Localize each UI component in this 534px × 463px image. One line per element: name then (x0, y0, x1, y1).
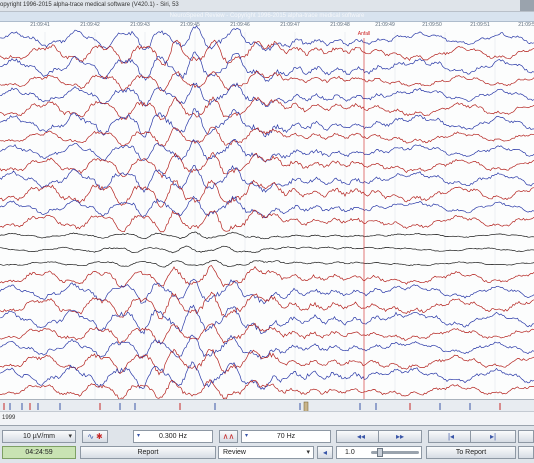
window-title-bar: opyright 1996-2015 alpha-trace medical s… (0, 0, 534, 12)
eeg-channel-trace (0, 348, 534, 376)
time-tick-label: 21:09:50 (422, 22, 442, 28)
high-filter-select[interactable]: ▾ 70 Hz (241, 430, 331, 443)
window-title: opyright 1996-2015 alpha-trace medical s… (0, 2, 179, 8)
rewind-icon: ◂◂ (356, 432, 366, 441)
speed-value: 1.0 (345, 449, 355, 456)
status-text: 1999 (2, 415, 16, 421)
bottom-toolbar: 10 µV/mm ∿ ✱ ▾ 0.300 Hz ∧∧ ▾ 70 Hz ◂◂ ▸▸… (0, 425, 534, 463)
status-bar: 1999 (0, 411, 534, 425)
time-display-value: 04:24:59 (25, 449, 53, 456)
high-filter-value: 70 Hz (276, 433, 296, 440)
speed-slider-thumb[interactable] (377, 448, 383, 457)
eeg-channel-trace (0, 82, 534, 108)
to-report-button-label: To Report (455, 449, 487, 456)
eeg-channel-trace (0, 126, 534, 147)
time-axis: 21:09:41 21:09:42 21:09:43 21:09:45 21:09:46… (0, 22, 534, 30)
go-to-start-button[interactable]: |◂ (428, 430, 474, 443)
eeg-channel-trace (0, 231, 534, 240)
eeg-channel-trace (0, 291, 534, 320)
time-tick-label: 21:09:52 (518, 22, 534, 28)
time-display: 04:24:59 (2, 446, 76, 459)
time-tick-label: 21:09:47 (280, 22, 300, 28)
eeg-channel-trace (0, 378, 534, 399)
eeg-channel-trace (0, 322, 534, 344)
speed-control[interactable]: 1.0 (336, 446, 422, 459)
time-tick-label: 21:09:42 (80, 22, 100, 28)
eeg-channel-trace (0, 209, 534, 233)
time-tick-label: 21:09:51 (470, 22, 490, 28)
time-tick-label: 21:09:45 (180, 22, 200, 28)
time-tick-label: 21:09:41 (30, 22, 50, 28)
eeg-channel-trace (0, 51, 534, 82)
to-report-button[interactable]: To Report (426, 446, 516, 459)
high-filter-arrow-icon: ▾ (245, 433, 249, 439)
review-mode-select[interactable]: Review (218, 446, 314, 459)
window-control-button[interactable] (520, 0, 534, 11)
review-mode-value: Review (223, 449, 246, 456)
speed-decrease-button[interactable]: ◂ (317, 446, 333, 459)
eeg-waveform-canvas[interactable] (0, 12, 534, 399)
spike-icon: ✱ (95, 432, 103, 441)
zigzag-icon: ∧∧ (222, 432, 235, 441)
low-filter-value: 0.300 Hz (158, 433, 188, 440)
waveform-icon: ∿ (87, 432, 95, 441)
eeg-channel-trace (0, 195, 534, 219)
eeg-channel-trace (0, 265, 534, 288)
fast-forward-button[interactable]: ▸▸ (378, 430, 422, 443)
filter-icon-button[interactable]: ∧∧ (219, 430, 238, 443)
review-header-title: NeuroSpeed Review - Copyright 1996-2015 … (169, 13, 365, 19)
arrow-left-icon: ◂ (322, 448, 327, 457)
eeg-channel-trace (0, 139, 534, 163)
event-marker-label[interactable]: Anfall (358, 31, 371, 37)
eeg-channel-trace (0, 179, 534, 208)
eeg-channel-trace (0, 108, 534, 138)
low-filter-select[interactable]: ▾ 0.300 Hz (133, 430, 213, 443)
sensitivity-value: 10 µV/mm (22, 433, 56, 440)
time-tick-label: 21:09:49 (375, 22, 395, 28)
montage-toggle-button[interactable]: ∿ ✱ (82, 430, 108, 443)
fast-forward-icon: ▸▸ (395, 432, 405, 441)
eeg-channel-trace (0, 259, 534, 268)
toolbar-overflow-button-2[interactable] (518, 446, 534, 459)
eeg-trace-area[interactable]: NeuroSpeed Review - Copyright 1996-2015 … (0, 12, 534, 399)
skip-end-icon: ▸| (489, 432, 497, 441)
eeg-channel-trace (0, 245, 534, 254)
low-filter-arrow-icon: ▾ (137, 433, 141, 439)
report-button-label: Report (137, 449, 159, 456)
time-tick-label: 21:09:46 (230, 22, 250, 28)
eeg-channel-trace (0, 70, 534, 93)
time-tick-label: 21:09:48 (330, 22, 350, 28)
report-button[interactable]: Report (80, 446, 216, 459)
go-to-end-button[interactable]: ▸| (470, 430, 516, 443)
skip-start-icon: |◂ (447, 432, 455, 441)
toolbar-overflow-button[interactable] (518, 430, 534, 443)
time-tick-label: 21:09:43 (130, 22, 150, 28)
sensitivity-select[interactable]: 10 µV/mm (2, 430, 76, 443)
review-header: NeuroSpeed Review - Copyright 1996-2015 … (0, 12, 534, 22)
eeg-channel-trace (0, 96, 534, 121)
